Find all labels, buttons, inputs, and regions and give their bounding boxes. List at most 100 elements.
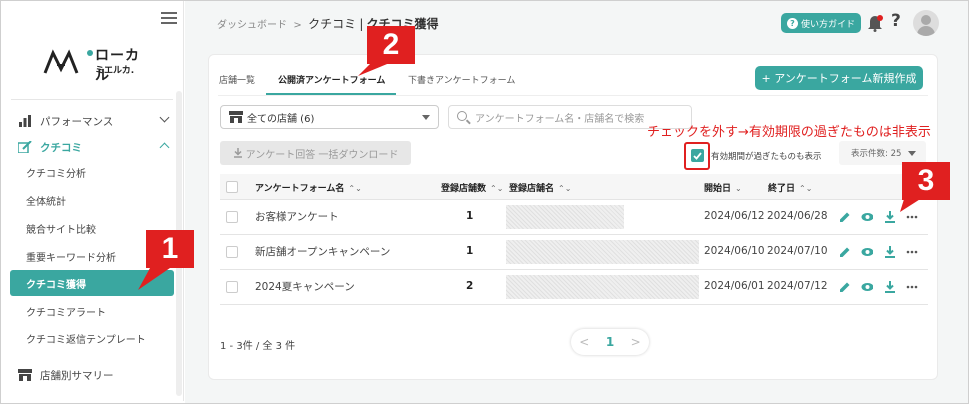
tab-published-forms[interactable]: 公開済アンケートフォーム [278, 73, 385, 86]
logo-dot [87, 50, 93, 56]
top-bar: ダッシュボード > クチコミ | クチコミ獲得 ? 使い方ガイド ? [185, 1, 968, 45]
show-expired-checkbox[interactable] [691, 149, 704, 162]
logo: ローカル ミエルカ. [43, 43, 153, 84]
form-name-cell[interactable]: 2024夏キャンペーン [255, 279, 355, 294]
column-form-name[interactable]: アンケートフォーム名 ⌃⌄ [255, 181, 362, 194]
row-divider [220, 199, 928, 200]
logo-text-sub: ミエルカ. [95, 66, 135, 76]
end-date-cell: 2024/06/28 [767, 210, 828, 222]
breadcrumb-kuchikomi[interactable]: クチコミ [308, 17, 356, 31]
caret-down-icon [908, 151, 916, 156]
store-names-redacted [506, 275, 699, 299]
download-icon[interactable] [884, 246, 896, 258]
active-tab-indicator [266, 93, 396, 95]
sidebar-item-reply-template[interactable]: クチコミ返信テンプレート [10, 325, 174, 351]
sidebar-item-kuchikomi-alert[interactable]: クチコミアラート [10, 298, 174, 324]
page-number-current[interactable]: 1 [606, 335, 614, 349]
next-page-button[interactable]: > [631, 335, 641, 349]
sidebar-item-label: クチコミ返信テンプレート [26, 334, 146, 346]
edit-icon[interactable] [839, 281, 851, 293]
sort-icon: ⌃⌄ [799, 184, 813, 193]
row-checkbox[interactable] [226, 281, 238, 293]
form-name-cell[interactable]: 新店舗オープンキャンペーン [255, 244, 390, 259]
sidebar-item-label: 競合サイト比較 [26, 224, 96, 236]
caret-down-icon [422, 115, 430, 120]
start-date-cell: 2024/06/10 [704, 245, 765, 257]
column-end-date[interactable]: 終了日 ⌃⌄ [768, 181, 812, 194]
start-date-cell: 2024/06/01 [704, 280, 765, 292]
store-count-cell: 1 [466, 210, 474, 222]
end-date-cell: 2024/07/10 [767, 245, 828, 257]
download-icon[interactable] [884, 281, 896, 293]
row-checkbox[interactable] [226, 211, 238, 223]
sidebar-item-label: クチコミアラート [26, 307, 106, 319]
breadcrumb-separator: > [293, 20, 302, 31]
bulk-download-button[interactable]: アンケート回答 一括ダウンロード [220, 141, 411, 165]
column-store-names[interactable]: 登録店舗名 ⌃⌄ [509, 181, 571, 194]
new-form-button[interactable]: + アンケートフォーム新規作成 [755, 66, 923, 90]
chevron-up-icon [159, 142, 170, 153]
eye-icon[interactable] [861, 246, 873, 258]
tabs-divider [218, 95, 928, 96]
sidebar-item-kuchikomi-acquisition[interactable]: クチコミ獲得 [10, 270, 174, 296]
callout-1: 1 [146, 230, 194, 268]
sidebar-item-performance[interactable]: パフォーマンス [10, 108, 174, 134]
more-options-icon[interactable] [906, 246, 918, 258]
sidebar-item-kuchikomi[interactable]: クチコミ [10, 134, 174, 160]
sidebar-item-label: クチコミ [40, 141, 82, 154]
form-name-cell[interactable]: お客様アンケート [255, 209, 339, 224]
sidebar-item-overall-stats[interactable]: 全体統計 [10, 187, 174, 213]
breadcrumb-separator: | [359, 17, 364, 31]
row-divider [220, 234, 928, 235]
tab-draft-forms[interactable]: 下書きアンケートフォーム [408, 73, 515, 86]
store-names-redacted [506, 205, 624, 229]
download-icon [233, 148, 242, 158]
result-count: 1 - 3件 / 全 3 件 [220, 341, 296, 352]
sort-desc-icon: ⌄ [735, 184, 742, 193]
sidebar-item-label: 全体統計 [26, 196, 66, 208]
tab-store-list[interactable]: 店舗一覧 [219, 73, 255, 86]
hamburger-menu-icon[interactable] [161, 12, 177, 26]
chevron-down-icon [159, 112, 170, 123]
edit-icon[interactable] [839, 246, 851, 258]
row-divider [220, 304, 928, 305]
column-start-date[interactable]: 開始日 ⌄ [704, 181, 742, 194]
edit-icon[interactable] [839, 211, 851, 223]
sidebar-item-label: パフォーマンス [40, 115, 114, 128]
sort-icon: ⌃⌄ [490, 184, 504, 193]
sidebar-item-label: クチコミ獲得 [26, 279, 86, 291]
sidebar-item-kuchikomi-analysis[interactable]: クチコミ分析 [10, 159, 174, 185]
per-page-value: 表示件数: 25 [851, 149, 902, 159]
download-icon[interactable] [884, 211, 896, 223]
bell-icon[interactable] [867, 14, 883, 32]
row-divider [220, 269, 928, 270]
breadcrumb-dashboard[interactable]: ダッシュボード [217, 20, 287, 31]
avatar[interactable] [913, 10, 939, 36]
sidebar-item-store-summary[interactable]: 店舗別サマリー [10, 362, 174, 388]
store-names-redacted [506, 240, 699, 264]
start-date-cell: 2024/06/12 [704, 210, 765, 222]
store-select[interactable]: 全ての店舗 (6) [220, 105, 439, 129]
store-select-value: 全ての店舗 (6) [247, 113, 315, 125]
prev-page-button[interactable]: < [579, 335, 589, 349]
more-options-icon[interactable] [906, 211, 918, 223]
sort-icon: ⌃⌄ [348, 184, 362, 193]
sidebar-item-label: 店舗別サマリー [40, 369, 114, 382]
sidebar-item-label: 重要キーワード分析 [26, 252, 116, 264]
column-store-count[interactable]: 登録店舗数 ⌃⌄ [441, 181, 503, 194]
row-checkbox[interactable] [226, 246, 238, 258]
eye-icon[interactable] [861, 281, 873, 293]
end-date-cell: 2024/07/12 [767, 280, 828, 292]
store-icon [18, 368, 32, 382]
select-all-checkbox[interactable] [226, 181, 238, 193]
usage-guide-button[interactable]: ? 使い方ガイド [781, 13, 861, 33]
search-placeholder: アンケートフォーム名・店舗名で検索 [475, 113, 645, 125]
help-icon[interactable]: ? [891, 11, 901, 31]
usage-guide-label: 使い方ガイド [800, 19, 855, 30]
sidebar-item-label: クチコミ分析 [26, 168, 86, 180]
pencil-box-icon [18, 140, 32, 154]
pagination: < 1 > [571, 329, 649, 355]
more-options-icon[interactable] [906, 281, 918, 293]
eye-icon[interactable] [861, 211, 873, 223]
store-count-cell: 1 [466, 245, 474, 257]
